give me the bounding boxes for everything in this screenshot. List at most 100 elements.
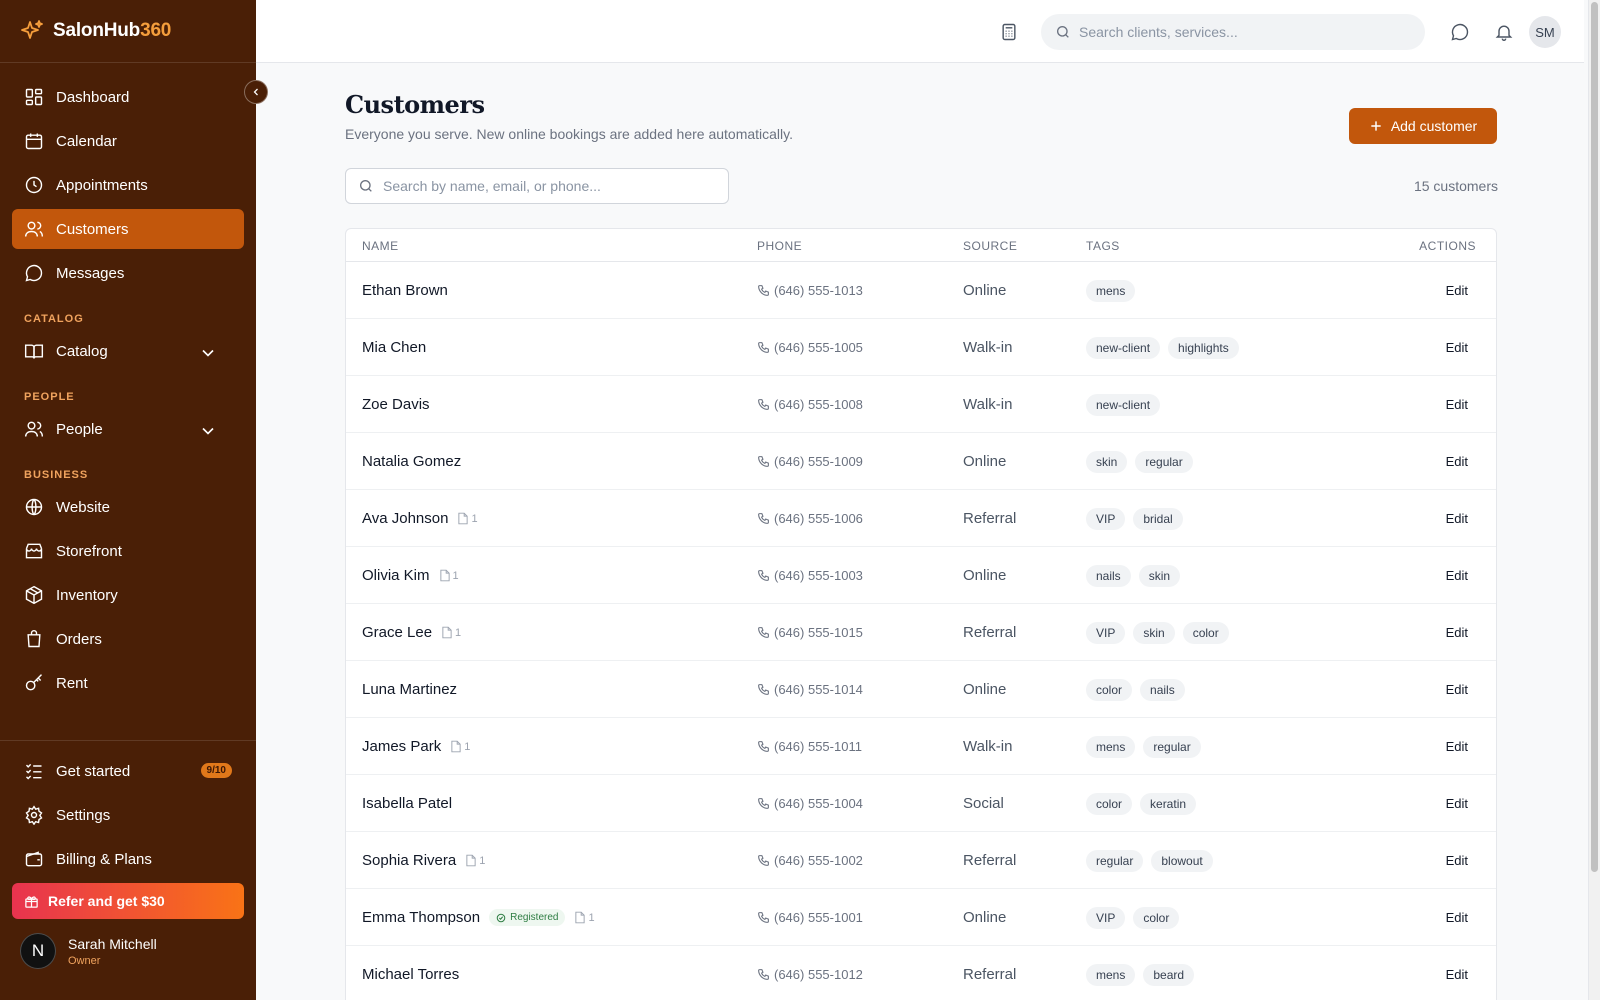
column-header-source[interactable]: SOURCE bbox=[963, 239, 1017, 253]
sidebar-item-storefront[interactable]: Storefront bbox=[12, 531, 244, 571]
calculator-icon[interactable] bbox=[999, 22, 1019, 42]
edit-button[interactable]: Edit bbox=[1446, 283, 1468, 298]
customer-search-input[interactable] bbox=[383, 178, 713, 194]
customer-source: Online bbox=[963, 453, 1007, 470]
customer-name[interactable]: Mia Chen bbox=[362, 339, 426, 356]
edit-button[interactable]: Edit bbox=[1446, 682, 1468, 697]
edit-button[interactable]: Edit bbox=[1446, 511, 1468, 526]
sidebar-item-get-started[interactable]: Get started 9/10 bbox=[12, 751, 244, 791]
customer-name[interactable]: Sophia Rivera bbox=[362, 852, 456, 869]
customer-source: Online bbox=[963, 567, 1007, 584]
table-row[interactable]: Zoe Davis (646) 555-1008 Walk-in new-client… bbox=[346, 376, 1496, 433]
edit-button[interactable]: Edit bbox=[1446, 568, 1468, 583]
name-cell: Luna Martinez bbox=[362, 661, 457, 718]
user-avatar[interactable]: SM bbox=[1529, 16, 1561, 48]
table-row[interactable]: Michael Torres (646) 555-1012 Referral mens… bbox=[346, 946, 1496, 1000]
table-row[interactable]: Sophia Rivera 1 (646) 555-1002 Referral regu… bbox=[346, 832, 1496, 889]
sidebar: SalonHub360 Dashboard Calendar Appointme… bbox=[0, 0, 256, 1000]
customer-name[interactable]: Michael Torres bbox=[362, 966, 459, 983]
sidebar-item-messages[interactable]: Messages bbox=[12, 253, 244, 293]
sidebar-item-label: Calendar bbox=[56, 132, 117, 150]
phone-cell: (646) 555-1012 bbox=[757, 946, 863, 1000]
sidebar-item-website[interactable]: Website bbox=[12, 487, 244, 527]
edit-button[interactable]: Edit bbox=[1446, 397, 1468, 412]
edit-button[interactable]: Edit bbox=[1446, 967, 1468, 982]
global-search[interactable] bbox=[1041, 14, 1425, 50]
notes-indicator[interactable]: 1 bbox=[457, 512, 478, 525]
bell-icon[interactable] bbox=[1494, 22, 1514, 42]
customer-search[interactable] bbox=[345, 168, 729, 204]
edit-button[interactable]: Edit bbox=[1446, 910, 1468, 925]
chevron-left-icon bbox=[253, 88, 258, 96]
customer-name[interactable]: Zoe Davis bbox=[362, 396, 430, 413]
sidebar-item-catalog[interactable]: Catalog bbox=[12, 331, 244, 371]
sidebar-item-inventory[interactable]: Inventory bbox=[12, 575, 244, 615]
brand[interactable]: SalonHub360 bbox=[0, 0, 256, 63]
edit-button[interactable]: Edit bbox=[1446, 853, 1468, 868]
column-header-phone[interactable]: PHONE bbox=[757, 239, 802, 253]
table-row[interactable]: Luna Martinez (646) 555-1014 Online color na… bbox=[346, 661, 1496, 718]
actions-cell: Edit bbox=[1446, 319, 1468, 376]
scrollbar[interactable] bbox=[1588, 0, 1600, 1000]
customer-source: Referral bbox=[963, 966, 1017, 983]
notes-indicator[interactable]: 1 bbox=[574, 911, 595, 924]
sidebar-item-appointments[interactable]: Appointments bbox=[12, 165, 244, 205]
chevron-down-icon[interactable] bbox=[198, 343, 218, 363]
collapse-sidebar-button[interactable] bbox=[244, 80, 268, 104]
phone-cell: (646) 555-1003 bbox=[757, 547, 863, 604]
table-row[interactable]: Ava Johnson 1 (646) 555-1006 Referral VIP bri… bbox=[346, 490, 1496, 547]
note-icon bbox=[466, 854, 476, 867]
source-cell: Walk-in bbox=[963, 319, 1012, 376]
sidebar-item-calendar[interactable]: Calendar bbox=[12, 121, 244, 161]
user-profile[interactable]: N Sarah Mitchell Owner bbox=[12, 919, 244, 969]
chat-icon[interactable] bbox=[1450, 22, 1470, 42]
edit-button[interactable]: Edit bbox=[1446, 739, 1468, 754]
scrollbar-thumb[interactable] bbox=[1591, 2, 1598, 872]
sidebar-item-settings[interactable]: Settings bbox=[12, 795, 244, 835]
table-row[interactable]: Emma Thompson Registered 1 (646) 555-1001 On… bbox=[346, 889, 1496, 946]
edit-button[interactable]: Edit bbox=[1446, 625, 1468, 640]
customer-name[interactable]: Emma Thompson bbox=[362, 909, 480, 926]
sidebar-item-people[interactable]: People bbox=[12, 409, 244, 449]
phone-icon bbox=[758, 342, 769, 353]
sidebar-item-dashboard[interactable]: Dashboard bbox=[12, 77, 244, 117]
customer-name[interactable]: Natalia Gomez bbox=[362, 453, 461, 470]
sidebar-item-orders[interactable]: Orders bbox=[12, 619, 244, 659]
customer-source: Referral bbox=[963, 852, 1017, 869]
note-icon bbox=[575, 911, 586, 924]
source-cell: Online bbox=[963, 262, 1006, 319]
table-row[interactable]: Grace Lee 1 (646) 555-1015 Referral VIP skin c… bbox=[346, 604, 1496, 661]
table-row[interactable]: James Park 1 (646) 555-1011 Walk-in mens regu… bbox=[346, 718, 1496, 775]
table-row[interactable]: Natalia Gomez (646) 555-1009 Online skin reg… bbox=[346, 433, 1496, 490]
table-row[interactable]: Mia Chen (646) 555-1005 Walk-in new-client h… bbox=[346, 319, 1496, 376]
table-row[interactable]: Olivia Kim 1 (646) 555-1003 Online nails skin… bbox=[346, 547, 1496, 604]
customer-phone: (646) 555-1002 bbox=[774, 853, 863, 868]
sidebar-item-billing[interactable]: Billing & Plans bbox=[12, 839, 244, 879]
user-role: Owner bbox=[68, 954, 101, 967]
customer-name[interactable]: Grace Lee bbox=[362, 624, 432, 641]
edit-button[interactable]: Edit bbox=[1446, 796, 1468, 811]
add-customer-button[interactable]: Add customer bbox=[1349, 108, 1497, 144]
customer-name[interactable]: Isabella Patel bbox=[362, 795, 452, 812]
chevron-down-icon[interactable] bbox=[198, 421, 218, 441]
edit-button[interactable]: Edit bbox=[1446, 340, 1468, 355]
customer-name[interactable]: Luna Martinez bbox=[362, 681, 457, 698]
table-row[interactable]: Ethan Brown (646) 555-1013 Online mens Edit bbox=[346, 262, 1496, 319]
edit-button[interactable]: Edit bbox=[1446, 454, 1468, 469]
column-header-actions: ACTIONS bbox=[1419, 239, 1476, 253]
notes-indicator[interactable]: 1 bbox=[465, 854, 485, 867]
customer-name[interactable]: Ava Johnson bbox=[362, 510, 448, 527]
customer-name[interactable]: Ethan Brown bbox=[362, 282, 448, 299]
refer-button[interactable]: Refer and get $30 bbox=[12, 883, 244, 919]
notes-indicator[interactable]: 1 bbox=[439, 569, 459, 582]
column-header-tags[interactable]: TAGS bbox=[1086, 239, 1120, 253]
sidebar-item-customers[interactable]: Customers bbox=[12, 209, 244, 249]
customer-name[interactable]: Olivia Kim bbox=[362, 567, 430, 584]
column-header-name[interactable]: NAME bbox=[362, 239, 399, 253]
table-row[interactable]: Isabella Patel (646) 555-1004 Social color k… bbox=[346, 775, 1496, 832]
notes-indicator[interactable]: 1 bbox=[450, 740, 470, 753]
customer-name[interactable]: James Park bbox=[362, 738, 441, 755]
sidebar-item-rent[interactable]: Rent bbox=[12, 663, 244, 703]
global-search-input[interactable] bbox=[1079, 24, 1399, 40]
notes-indicator[interactable]: 1 bbox=[441, 626, 461, 639]
